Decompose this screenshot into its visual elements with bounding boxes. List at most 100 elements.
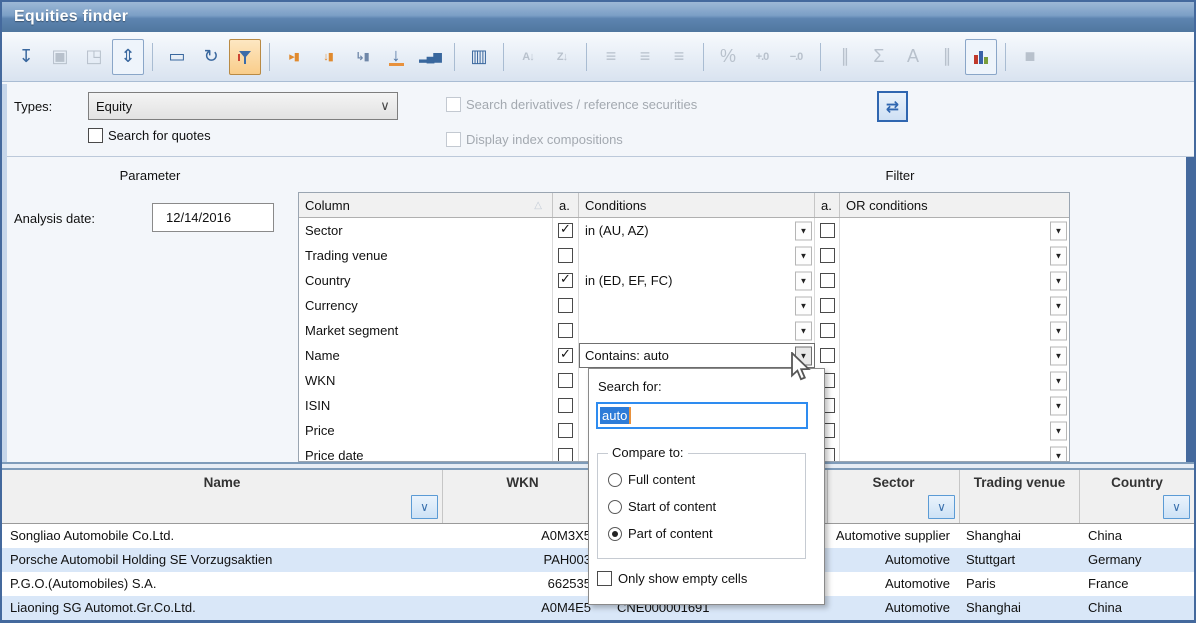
filter-grid-row[interactable]: Market segment ▼ ▼	[299, 318, 1069, 343]
results-column-header-trading-venue[interactable]: Trading venue	[960, 470, 1080, 523]
radio-button-icon[interactable]	[608, 527, 622, 541]
or-condition-dropdown-arrow[interactable]: ▼	[1050, 346, 1067, 365]
align-right-icon[interactable]: ≡	[663, 39, 695, 75]
export-icon[interactable]: ↧	[10, 39, 42, 75]
or-condition-dropdown-arrow[interactable]: ▼	[1050, 396, 1067, 415]
checkbox-box-icon[interactable]	[88, 128, 103, 143]
refresh-button[interactable]: ⇄	[877, 91, 908, 122]
insert-column-down-icon[interactable]: ↓▮	[312, 39, 344, 75]
sum-icon[interactable]: Σ	[863, 39, 895, 75]
or-condition-cell[interactable]: ▼	[840, 268, 1069, 293]
or-condition-cell[interactable]: ▼	[840, 218, 1069, 243]
filter-column-cell[interactable]: Price date	[299, 443, 553, 462]
font-icon[interactable]: A	[897, 39, 929, 75]
condition-cell[interactable]: ▼	[579, 243, 815, 268]
align-left-icon[interactable]: ≡	[595, 39, 627, 75]
radio-full-content[interactable]: Full content	[608, 466, 801, 493]
or-condition-dropdown-arrow[interactable]: ▼	[1050, 246, 1067, 265]
column-filter-button-name[interactable]: ∨	[411, 495, 438, 519]
condition-dropdown-arrow[interactable]: ▼	[795, 246, 812, 265]
title-bar[interactable]: Equities finder	[2, 2, 1194, 32]
align-center-icon[interactable]: ≡	[629, 39, 661, 75]
insert-column-left-icon[interactable]: ↳▮	[346, 39, 378, 75]
or-condition-cell[interactable]: ▼	[840, 393, 1069, 418]
filter-column-cell[interactable]: Price	[299, 418, 553, 443]
and-checkbox[interactable]	[558, 298, 573, 313]
decrease-decimal-icon[interactable]: −.0	[780, 39, 812, 75]
and-checkbox[interactable]	[558, 448, 573, 462]
insert-row-icon[interactable]: ↓	[380, 39, 412, 75]
radio-button-icon[interactable]	[608, 473, 622, 487]
or-condition-dropdown-arrow[interactable]: ▼	[1050, 421, 1067, 440]
filter-column-cell[interactable]: Sector	[299, 218, 553, 243]
filter-column-cell[interactable]: Currency	[299, 293, 553, 318]
or-condition-cell[interactable]: ▼	[840, 293, 1069, 318]
column-filter-button-sector[interactable]: ∨	[928, 495, 955, 519]
restore-region-icon[interactable]: ◳	[78, 39, 110, 75]
insert-column-right-icon[interactable]: ▸▮	[278, 39, 310, 75]
filter-header-conditions[interactable]: Conditions	[579, 193, 815, 217]
radio-start-of-content[interactable]: Start of content	[608, 493, 801, 520]
condition-cell[interactable]: ▼	[579, 318, 815, 343]
freeze-columns-icon[interactable]: ∥	[829, 39, 861, 75]
types-dropdown[interactable]: Equity ∨	[88, 92, 398, 120]
filter-column-cell[interactable]: Market segment	[299, 318, 553, 343]
or-condition-cell[interactable]: ▼	[840, 368, 1069, 393]
maximize-icon[interactable]: ▣	[44, 39, 76, 75]
or-checkbox[interactable]	[820, 348, 835, 363]
condition-cell[interactable]: in (ED, EF, FC)▼	[579, 268, 815, 293]
filter-grid-row[interactable]: Trading venue▼▼	[299, 243, 1069, 268]
filter-header-and2[interactable]: a.	[815, 193, 840, 217]
show-hidden-columns-icon[interactable]: ▥	[463, 39, 495, 75]
filter-column-cell[interactable]: WKN	[299, 368, 553, 393]
condition-cell[interactable]: ▼	[579, 293, 815, 318]
search-input[interactable]: auto	[596, 402, 808, 429]
and-checkbox[interactable]	[558, 423, 573, 438]
and-checkbox[interactable]	[558, 248, 573, 263]
refresh-data-icon[interactable]: ↻	[195, 39, 227, 75]
condition-dropdown-arrow[interactable]: ▼	[795, 321, 812, 340]
or-checkbox[interactable]	[820, 273, 835, 288]
filter-grid-row[interactable]: Currency ▼ ▼	[299, 293, 1069, 318]
filter-column-cell[interactable]: ISIN	[299, 393, 553, 418]
radio-part-of-content[interactable]: Part of content	[608, 520, 801, 547]
update-chart-icon[interactable]: ▂▄▆	[414, 39, 446, 75]
stop-icon[interactable]: ■	[1014, 39, 1046, 75]
and-checkbox[interactable]	[558, 373, 573, 388]
or-condition-cell[interactable]: ▼	[840, 443, 1069, 462]
filter-header-column[interactable]: Column △	[299, 193, 553, 217]
or-condition-dropdown-arrow[interactable]: ▼	[1050, 221, 1067, 240]
or-condition-dropdown-arrow[interactable]: ▼	[1050, 296, 1067, 315]
sort-descending-icon[interactable]: Z↓	[546, 39, 578, 75]
and-checkbox[interactable]	[558, 348, 573, 363]
chart-icon[interactable]	[965, 39, 997, 75]
results-column-header-name[interactable]: Name∨	[2, 470, 443, 523]
condition-dropdown-arrow[interactable]: ▼	[795, 296, 812, 315]
or-condition-dropdown-arrow[interactable]: ▼	[1050, 321, 1067, 340]
results-column-header-sector[interactable]: Sector∨	[828, 470, 960, 523]
or-checkbox[interactable]	[820, 223, 835, 238]
or-condition-dropdown-arrow[interactable]: ▼	[1050, 446, 1067, 462]
filter-icon[interactable]	[229, 39, 261, 75]
results-column-header-country[interactable]: Country∨	[1080, 470, 1194, 523]
or-condition-cell[interactable]: ▼	[840, 318, 1069, 343]
sort-ascending-icon[interactable]: A↓	[512, 39, 544, 75]
or-condition-cell[interactable]: ▼	[840, 343, 1069, 368]
results-column-header-wkn[interactable]: WKN	[443, 470, 603, 523]
condition-dropdown-arrow[interactable]: ▼	[795, 271, 812, 290]
only-empty-cells-checkbox[interactable]: Only show empty cells	[597, 571, 747, 586]
percent-format-icon[interactable]: %	[712, 39, 744, 75]
filter-grid-row[interactable]: Countryin (ED, EF, FC)▼▼	[299, 268, 1069, 293]
column-range-icon[interactable]: ▭	[161, 39, 193, 75]
and-checkbox[interactable]	[558, 273, 573, 288]
checkbox-box-icon[interactable]	[597, 571, 612, 586]
filter-column-cell[interactable]: Name	[299, 343, 553, 368]
condition-cell[interactable]: in (AU, AZ)▼	[579, 218, 815, 243]
filter-grid-row[interactable]: Sector in (AU, AZ)▼ ▼	[299, 218, 1069, 243]
fit-height-icon[interactable]: ⇕	[112, 39, 144, 75]
and-checkbox[interactable]	[558, 398, 573, 413]
or-checkbox[interactable]	[820, 298, 835, 313]
increase-decimal-icon[interactable]: +.0	[746, 39, 778, 75]
and-checkbox[interactable]	[558, 323, 573, 338]
and-checkbox[interactable]	[558, 223, 573, 238]
